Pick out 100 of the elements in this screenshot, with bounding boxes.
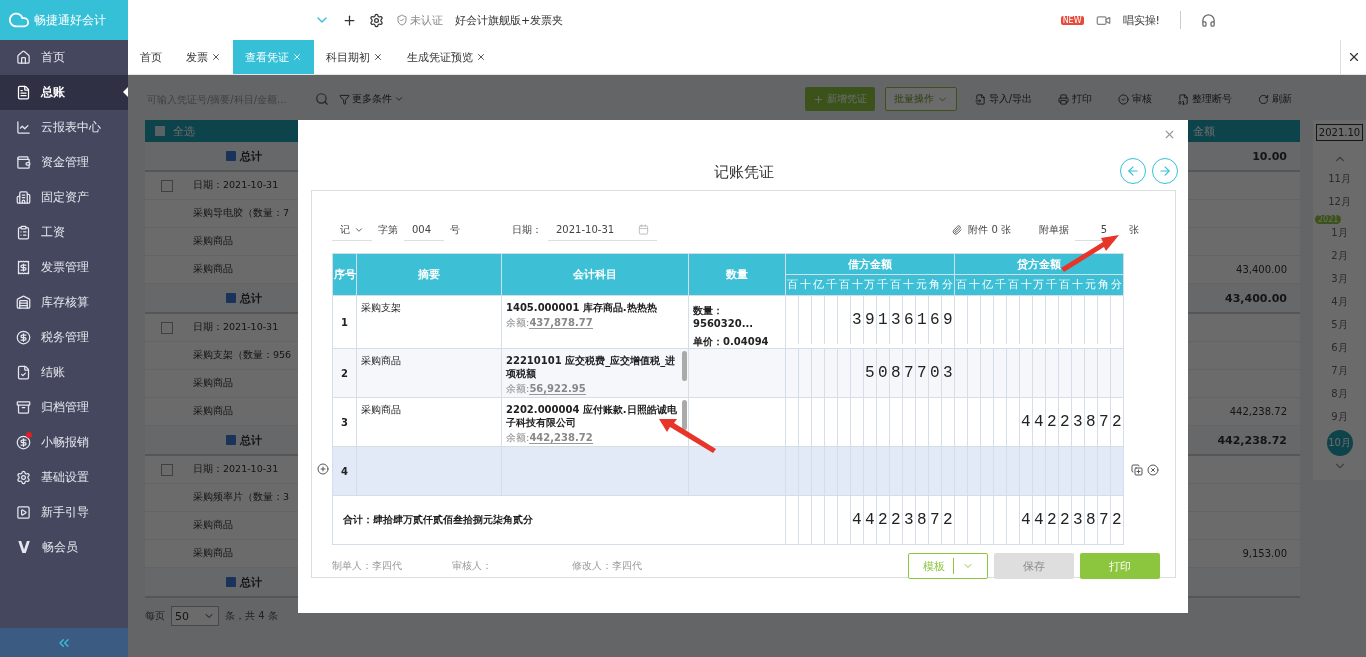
signature-label: 审核人： bbox=[452, 559, 493, 573]
account-cell[interactable]: 1405.000001 库存商品.热热热 bbox=[502, 296, 688, 314]
total-label: 总计 bbox=[189, 148, 298, 164]
unit-label: 角 bbox=[928, 278, 942, 292]
calendar-icon[interactable] bbox=[638, 224, 650, 235]
unit-label: 元 bbox=[915, 278, 929, 292]
close-icon[interactable] bbox=[476, 52, 486, 62]
unit-label: 角 bbox=[1097, 278, 1111, 292]
checkbox[interactable] bbox=[155, 126, 165, 136]
coin-icon bbox=[16, 330, 31, 345]
v-logo-icon: V bbox=[16, 538, 32, 557]
sidebar-item[interactable]: 基础设置 bbox=[0, 460, 128, 495]
building-icon bbox=[16, 190, 31, 205]
entry-amount: 9,153.00 bbox=[1242, 548, 1288, 559]
unit-label: 百 bbox=[786, 278, 799, 292]
total-amount: 442,238.72 bbox=[1217, 433, 1288, 447]
tab[interactable]: 科目期初 bbox=[314, 40, 395, 74]
entry-amount: 442,238.72 bbox=[1229, 406, 1288, 417]
plus-icon bbox=[812, 93, 824, 105]
year-badge: 2021 bbox=[1315, 215, 1342, 224]
sidebar-item[interactable]: 小畅报销 bbox=[0, 425, 128, 460]
sum-icon bbox=[225, 293, 236, 303]
promo-link[interactable]: 唱实操! bbox=[1122, 12, 1160, 28]
notification-dot bbox=[26, 432, 32, 438]
settings-icon[interactable] bbox=[369, 12, 384, 28]
file-import-icon bbox=[974, 93, 986, 105]
per-page-label: 每页 bbox=[145, 609, 165, 623]
sidebar-item[interactable]: 结账 bbox=[0, 355, 128, 390]
wallet-icon bbox=[16, 155, 31, 170]
tab[interactable]: 生成凭证预览 bbox=[395, 40, 498, 74]
sidebar-item[interactable]: 工资 bbox=[0, 215, 128, 250]
sidebar-item[interactable]: 固定资产 bbox=[0, 180, 128, 215]
account-cell[interactable]: 22210101 应交税费_应交增值税_进项税额 bbox=[502, 349, 688, 380]
sidebar-item[interactable]: 库存核算 bbox=[0, 285, 128, 320]
account-cell[interactable]: 2202.000004 应付账款.日照皓诚电子科技有限公司 bbox=[502, 398, 688, 429]
sidebar-item[interactable]: 税务管理 bbox=[0, 320, 128, 355]
sidebar-item[interactable]: 发票管理 bbox=[0, 250, 128, 285]
number-suffix: 号 bbox=[449, 223, 461, 237]
caret-icon bbox=[394, 94, 404, 104]
unit-label: 万 bbox=[863, 278, 877, 292]
unit-label: 千 bbox=[993, 278, 1007, 292]
voucher-date: 日期：2021-10-31 bbox=[192, 179, 280, 192]
debit-total: 44223872 bbox=[852, 511, 956, 529]
row-number: 1 bbox=[340, 316, 349, 328]
voucher-type-select[interactable]: 记 bbox=[332, 219, 372, 241]
number-field[interactable]: 004 bbox=[404, 219, 444, 241]
delete-row-icon[interactable] bbox=[1147, 464, 1159, 476]
attachments-link[interactable]: 附件 0 张 bbox=[962, 223, 1017, 237]
sidebar-item[interactable]: 资金管理 bbox=[0, 145, 128, 180]
add-icon[interactable] bbox=[342, 12, 357, 28]
total-label: 总计 bbox=[189, 290, 298, 306]
copy-row-icon[interactable] bbox=[1131, 464, 1143, 476]
balance-text: 余额:442,238.72 bbox=[505, 431, 594, 445]
entry-summary: 采购商品 bbox=[192, 405, 234, 418]
row-number: 2 bbox=[340, 367, 349, 379]
sum-icon bbox=[225, 435, 236, 445]
sidebar-item[interactable]: 首页 bbox=[0, 40, 128, 75]
tab[interactable]: 首页 bbox=[128, 40, 174, 74]
unit-label: 千 bbox=[1045, 278, 1059, 292]
documents-label: 附单据 bbox=[1038, 223, 1070, 237]
add-row-icon[interactable] bbox=[317, 463, 329, 475]
unit-label: 十 bbox=[902, 278, 916, 292]
unit-label: 万 bbox=[1032, 278, 1046, 292]
search-icon[interactable] bbox=[315, 92, 329, 106]
column-header: 会计科目 bbox=[501, 253, 689, 296]
paperclip-icon[interactable] bbox=[952, 225, 963, 235]
document-icon bbox=[16, 85, 31, 100]
sidebar-item[interactable]: 云报表中心 bbox=[0, 110, 128, 145]
home-icon bbox=[16, 50, 31, 65]
headset-icon[interactable] bbox=[1201, 12, 1216, 28]
entry-amount: 43,400.00 bbox=[1236, 264, 1288, 275]
play-icon bbox=[16, 505, 31, 520]
close-icon[interactable] bbox=[373, 52, 383, 62]
date-field[interactable]: 2021-10-31 bbox=[548, 219, 658, 241]
sidebar-item[interactable]: 总账 bbox=[0, 75, 128, 110]
unit-label: 百 bbox=[889, 278, 903, 292]
close-icon[interactable] bbox=[211, 52, 221, 62]
unit-label: 百 bbox=[837, 278, 851, 292]
row-number: 4 bbox=[340, 465, 349, 477]
tab[interactable]: 发票 bbox=[174, 40, 233, 74]
unit-label: 十 bbox=[967, 278, 981, 292]
signature-label: 修改人：李四代 bbox=[572, 559, 643, 573]
voucher-date: 日期：2021-10-31 bbox=[192, 463, 280, 476]
printer-icon bbox=[1058, 93, 1069, 105]
shield-icon bbox=[396, 14, 408, 26]
scrollbar bbox=[682, 351, 687, 381]
checkbox[interactable] bbox=[161, 179, 173, 192]
column-header: 借方金额 bbox=[785, 253, 955, 275]
sidebar-item[interactable]: 新手引导 bbox=[0, 495, 128, 530]
checkbox[interactable] bbox=[161, 463, 173, 476]
column-header: 数量 bbox=[688, 253, 786, 296]
checkbox[interactable] bbox=[161, 321, 173, 334]
quantity-text: 数量：9560320... bbox=[692, 304, 755, 330]
documents-unit: 张 bbox=[1128, 223, 1140, 237]
sidebar-item[interactable]: 归档管理 bbox=[0, 390, 128, 425]
unit-label: 百 bbox=[1006, 278, 1020, 292]
entry-summary: 采购商品 bbox=[192, 235, 234, 248]
entry-summary: 采购导电胶（数量：7 bbox=[192, 207, 291, 220]
entry-summary: 采购商品 bbox=[192, 547, 234, 560]
sidebar-item[interactable]: V 畅会员 bbox=[0, 530, 128, 565]
